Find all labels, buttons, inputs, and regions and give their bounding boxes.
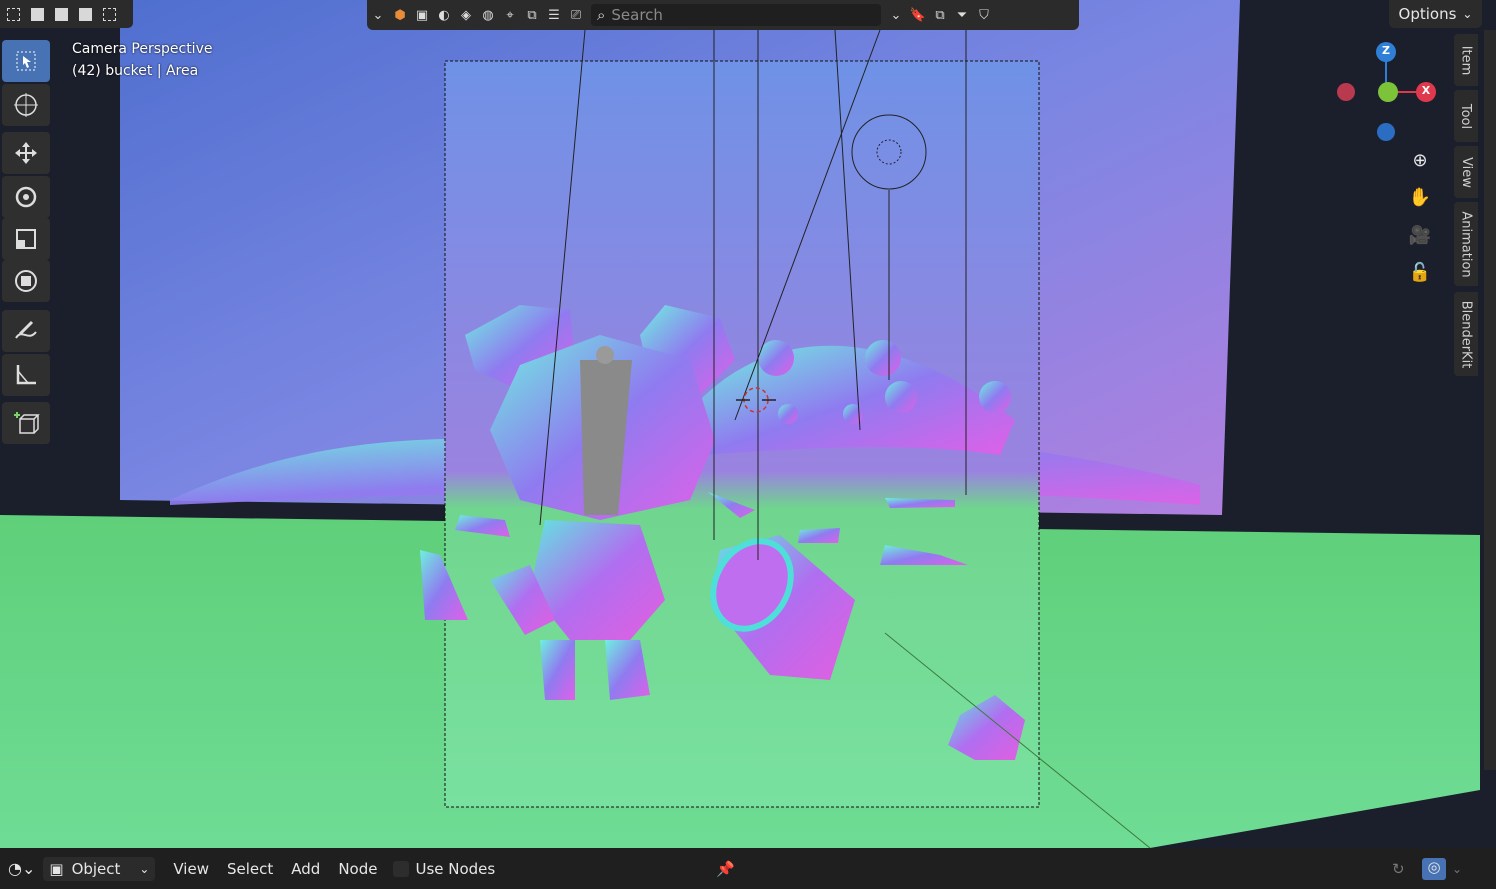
- 3d-viewport[interactable]: ⌄ ⬢ ▣ ◐ ◈ ◍ ⌖ ⧉ ☰ ⎚ ⌕ Search ⌄ 🔖 ⧉ ⏷ ⛉ O…: [0, 0, 1496, 848]
- physics-icon[interactable]: ◈: [455, 4, 477, 26]
- search-input[interactable]: ⌕ Search: [591, 4, 881, 26]
- hand-pan-icon[interactable]: ✋: [1406, 183, 1434, 211]
- menu-add[interactable]: Add: [291, 860, 320, 878]
- cursor-icon[interactable]: [2, 84, 50, 126]
- gizmo-x-label[interactable]: X: [1421, 84, 1431, 97]
- render-icon[interactable]: ☰: [543, 4, 565, 26]
- tab-animation-label: Animation: [1458, 210, 1474, 278]
- viewport-header: ⌄ ⬢ ▣ ◐ ◈ ◍ ⌖ ⧉ ☰ ⎚ ⌕ Search ⌄ 🔖 ⧉ ⏷ ⛉: [367, 0, 1079, 30]
- menu-view[interactable]: View: [173, 860, 209, 878]
- object-info-separator: |: [156, 63, 166, 79]
- overlay-icon[interactable]: ◎: [1422, 857, 1446, 880]
- transform-icon[interactable]: [2, 260, 50, 302]
- select-extend-icon[interactable]: [26, 3, 48, 25]
- move-icon[interactable]: [2, 132, 50, 174]
- view-name: Camera Perspective: [72, 41, 213, 57]
- mode-label: Object: [71, 859, 121, 878]
- bookmark-icon[interactable]: 🔖: [907, 4, 929, 26]
- chevron-down-icon[interactable]: ⌄: [885, 4, 907, 26]
- shield-icon[interactable]: ⛉: [973, 4, 995, 26]
- chevron-down-icon[interactable]: ⌄: [367, 4, 389, 26]
- select-subtract-icon[interactable]: [50, 3, 72, 25]
- chevron-down-icon: ⌄: [139, 861, 150, 876]
- node-tree-icon[interactable]: ⬢: [389, 4, 411, 26]
- use-nodes-toggle[interactable]: Use Nodes: [393, 860, 495, 878]
- tab-item-label: Item: [1458, 45, 1474, 75]
- options-label: Options: [1398, 5, 1457, 23]
- object-data-icon[interactable]: ▣: [411, 4, 433, 26]
- annotate-icon[interactable]: [2, 310, 50, 352]
- scale-icon[interactable]: [2, 218, 50, 260]
- select-invert-icon[interactable]: [74, 3, 96, 25]
- chevron-down-icon[interactable]: ⌄: [1452, 862, 1462, 876]
- select-new-icon[interactable]: [2, 3, 24, 25]
- select-mode-group: [0, 0, 133, 28]
- add-cube-icon[interactable]: [2, 402, 50, 444]
- object-info-suffix: Area: [165, 63, 199, 79]
- object-mode-select[interactable]: ▣ Object ⌄: [43, 856, 156, 881]
- select-box-icon[interactable]: [2, 40, 50, 82]
- shading-icon[interactable]: ◐: [433, 4, 455, 26]
- measure-icon[interactable]: [2, 354, 50, 396]
- use-nodes-checkbox[interactable]: [393, 860, 410, 877]
- world-icon[interactable]: ◍: [477, 4, 499, 26]
- chevron-down-icon: ⌄: [1462, 7, 1473, 21]
- editor-type-icon[interactable]: ◔⌄: [8, 859, 35, 878]
- modifier-icon[interactable]: ⌖: [499, 4, 521, 26]
- view-layer-icon[interactable]: ⧉: [929, 4, 951, 26]
- tab-item[interactable]: Item: [1454, 34, 1478, 86]
- zoom-icon[interactable]: ⊕: [1406, 146, 1434, 174]
- constraint-icon[interactable]: ⧉: [521, 4, 543, 26]
- rotate-icon[interactable]: [2, 176, 50, 218]
- filter-icon[interactable]: ⏷: [951, 4, 973, 26]
- scene-render: [0, 0, 1496, 848]
- tab-view[interactable]: View: [1454, 146, 1478, 198]
- select-intersect-icon[interactable]: [98, 3, 120, 25]
- object-icon: ▣: [49, 859, 64, 878]
- pin-icon[interactable]: 📌: [716, 860, 735, 878]
- lock-icon[interactable]: 🔓: [1406, 258, 1434, 286]
- snap-icon[interactable]: ↻: [1392, 860, 1405, 878]
- node-editor-header: ◔⌄ ▣ Object ⌄ View Select Add Node Use N…: [0, 848, 1496, 889]
- options-button[interactable]: Options ⌄: [1389, 0, 1482, 28]
- tab-tool-label: Tool: [1458, 103, 1474, 129]
- tab-blenderkit-label: BlenderKit: [1458, 300, 1474, 368]
- tab-tool[interactable]: Tool: [1454, 90, 1478, 142]
- menu-node[interactable]: Node: [338, 860, 377, 878]
- tab-animation[interactable]: Animation: [1454, 202, 1478, 286]
- properties-edge: [1484, 30, 1496, 770]
- search-icon: ⌕: [597, 6, 606, 24]
- output-icon[interactable]: ⎚: [565, 4, 587, 26]
- menu-select[interactable]: Select: [227, 860, 273, 878]
- search-placeholder: Search: [611, 6, 663, 24]
- gizmo-z-label[interactable]: Z: [1381, 44, 1391, 57]
- tab-blenderkit[interactable]: BlenderKit: [1454, 292, 1478, 376]
- object-info-prefix: (42) bucket: [72, 63, 153, 79]
- camera-view-icon[interactable]: 🎥: [1406, 221, 1434, 249]
- use-nodes-label: Use Nodes: [415, 859, 496, 878]
- tab-view-label: View: [1458, 156, 1474, 188]
- object-info: (42) bucket | Area: [72, 63, 198, 79]
